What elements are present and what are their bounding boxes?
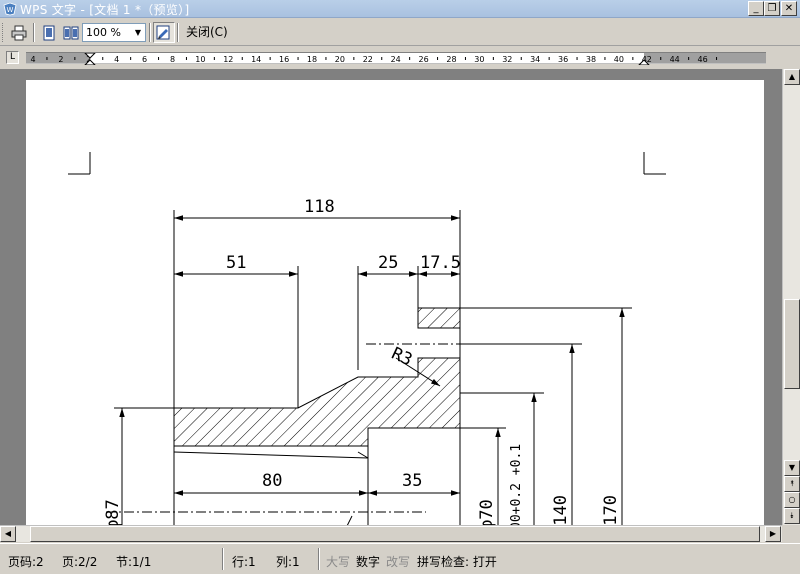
dim-118: 118 xyxy=(304,197,335,217)
prev-page-button[interactable]: ⯭ xyxy=(784,476,800,492)
dim-80: 80 xyxy=(262,471,282,491)
ruler-tick-label: 10 xyxy=(195,55,205,64)
chevron-down-icon[interactable]: ▼ xyxy=(131,24,145,41)
multi-page-button[interactable] xyxy=(60,22,82,43)
ruler-tick-label: 8 xyxy=(170,55,175,64)
multi-page-icon xyxy=(63,26,79,39)
close-window-button[interactable]: ✕ xyxy=(781,1,797,16)
ruler-tick-label: 22 xyxy=(363,55,373,64)
ruler-tick-label: 2 xyxy=(58,55,63,64)
scroll-up-button[interactable]: ▲ xyxy=(784,69,800,85)
document-page[interactable]: 118 51 25 17.5 R3 80 35 φ87 φ70 00+0.2 +… xyxy=(26,80,764,525)
ruler-tick-label: 4 xyxy=(30,55,35,64)
printer-icon xyxy=(11,25,27,40)
print-button[interactable] xyxy=(8,22,30,43)
single-page-icon xyxy=(43,25,55,40)
preview-toolbar: 100 % ▼ 关闭(C) xyxy=(0,19,800,46)
ruler-tick-label: 12 xyxy=(223,55,233,64)
ruler-tick-label: 46 xyxy=(698,55,708,64)
toolbar-separator xyxy=(177,23,179,42)
dim-phi170: φ170 xyxy=(601,495,621,525)
crop-marks xyxy=(68,152,666,175)
document-workarea[interactable]: 118 51 25 17.5 R3 80 35 φ87 φ70 00+0.2 +… xyxy=(0,69,782,525)
ruler-tick-label: 38 xyxy=(586,55,596,64)
ruler-tick-label: 18 xyxy=(307,55,317,64)
dim-51: 51 xyxy=(226,253,246,273)
status-col: 列:1 xyxy=(276,555,300,569)
horizontal-scrollbar[interactable]: ◀ ▶ xyxy=(0,525,782,542)
ruler-tick-label: 28 xyxy=(446,55,456,64)
status-section: 节:1/1 xyxy=(116,555,152,569)
dim-phi87: φ87 xyxy=(103,499,123,525)
restore-button[interactable]: ❐ xyxy=(764,1,780,16)
dimension-labels: 118 51 25 17.5 R3 80 35 φ87 φ70 00+0.2 +… xyxy=(103,197,621,525)
ruler-tick-label: 44 xyxy=(670,55,680,64)
tab-selector-button[interactable]: L xyxy=(6,51,19,64)
ruler-tick-label: 14 xyxy=(251,55,261,64)
ruler-tick-label: 30 xyxy=(474,55,484,64)
ruler-tick-label: 24 xyxy=(391,55,401,64)
dim-phi70: φ70 xyxy=(477,499,497,525)
status-overwrite[interactable]: 改写 xyxy=(386,553,410,570)
dim-phi140: φ140 xyxy=(551,495,571,525)
toolbar-grip[interactable] xyxy=(2,23,5,42)
horizontal-ruler[interactable]: 4 2 2 4 6 8 10 12 14 16 18 20 22 24 26 28 30 32 34 36 38 40 42… xyxy=(26,52,766,65)
part-outline xyxy=(106,210,632,525)
ruler-tick-label: 4 xyxy=(114,55,119,64)
dim-25: 25 xyxy=(378,253,398,273)
status-separator xyxy=(222,548,224,570)
engineering-drawing: 118 51 25 17.5 R3 80 35 φ87 φ70 00+0.2 +… xyxy=(68,152,666,525)
status-row: 行:1 xyxy=(232,555,256,569)
ruler-tick-label: 20 xyxy=(335,55,345,64)
status-page-code: 页码:2 xyxy=(8,555,44,569)
ruler-tick-label: 16 xyxy=(279,55,289,64)
dim-17-5: 17.5 xyxy=(420,253,461,273)
zoom-select[interactable]: 100 % ▼ xyxy=(82,23,146,42)
status-bar: 页码:2 页:2/2 节:1/1 行:1 列:1 大写 数字 改写 拼写检查: … xyxy=(0,543,800,574)
wps-app-icon: W xyxy=(3,2,17,16)
toolbar-separator xyxy=(149,23,151,42)
scroll-left-button[interactable]: ◀ xyxy=(0,526,16,542)
scroll-down-button[interactable]: ▼ xyxy=(784,460,800,476)
ruler-tick-label: 34 xyxy=(530,55,540,64)
scroll-right-button[interactable]: ▶ xyxy=(765,526,781,542)
next-page-button[interactable]: ⯯ xyxy=(784,508,800,524)
title-bar: W WPS 文字 - [文档 1 *（预览）] _ ❐ ✕ xyxy=(0,0,800,18)
horizontal-scroll-thumb[interactable] xyxy=(30,526,760,542)
scrollbar-corner xyxy=(782,525,800,542)
single-page-button[interactable] xyxy=(38,22,60,43)
dim-tolerance: 00+0.2 +0.1 xyxy=(509,444,524,525)
toolbar-separator xyxy=(33,23,35,42)
magnifier-edit-icon xyxy=(156,25,170,39)
ruler-bar: L 4 2 2 4 6 8 10 12 14 16 18 20 22 24 26 28 30 32 34 36 38 40… xyxy=(0,47,800,69)
vertical-scroll-thumb[interactable] xyxy=(784,299,800,389)
status-separator xyxy=(318,548,320,570)
close-preview-button[interactable]: 关闭(C) xyxy=(180,22,234,43)
magnifier-toggle-button[interactable] xyxy=(153,22,175,43)
ruler-tick-label: 36 xyxy=(558,55,568,64)
dim-r3: R3 xyxy=(388,344,415,371)
status-caps[interactable]: 大写 xyxy=(326,553,350,570)
status-num[interactable]: 数字 xyxy=(356,553,380,570)
ruler-tick-label: 6 xyxy=(142,55,147,64)
window-title: WPS 文字 - [文档 1 *（预览）] xyxy=(20,3,190,17)
zoom-value: 100 % xyxy=(86,26,121,39)
ruler-tick-label: 26 xyxy=(419,55,429,64)
svg-text:W: W xyxy=(7,6,14,14)
dim-35: 35 xyxy=(402,471,422,491)
minimize-button[interactable]: _ xyxy=(748,1,764,16)
status-spellcheck[interactable]: 拼写检查: 打开 xyxy=(417,553,497,570)
ruler-tick-label: 32 xyxy=(502,55,512,64)
ruler-ticks: 4 2 2 4 6 8 10 12 14 16 18 20 22 24 26 28 30 32 34 36 38 40 42… xyxy=(30,53,718,65)
status-page: 页:2/2 xyxy=(62,555,98,569)
ruler-tick-label: 40 xyxy=(614,55,624,64)
browse-object-button[interactable]: ○ xyxy=(784,492,800,508)
vertical-scrollbar[interactable]: ▲ ▼ ⯭ ○ ⯯ xyxy=(782,69,800,525)
